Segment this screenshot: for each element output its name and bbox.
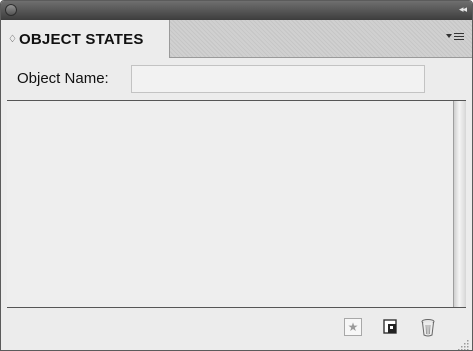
tab-label: OBJECT STATES bbox=[19, 30, 144, 48]
trash-icon[interactable] bbox=[419, 318, 437, 337]
states-list[interactable] bbox=[7, 100, 466, 308]
object-name-input[interactable] bbox=[131, 65, 425, 93]
list-scrollbar[interactable] bbox=[453, 101, 466, 307]
panel-footer: ★ bbox=[1, 308, 472, 350]
panel-menu-icon[interactable] bbox=[446, 30, 466, 44]
resize-grip-icon[interactable] bbox=[458, 336, 470, 350]
close-icon[interactable] bbox=[5, 4, 17, 16]
object-name-row: Object Name: bbox=[1, 58, 472, 100]
tab-expand-icon[interactable]: ♢ bbox=[8, 34, 17, 45]
object-states-panel: ◂◂ ♢ OBJECT STATES Object Name: ★ bbox=[0, 0, 473, 351]
tab-object-states[interactable]: ♢ OBJECT STATES bbox=[1, 20, 170, 58]
collapse-icon[interactable]: ◂◂ bbox=[459, 4, 467, 16]
panel-tab-strip: ♢ OBJECT STATES bbox=[1, 20, 472, 58]
convert-to-state-icon[interactable]: ★ bbox=[344, 318, 362, 336]
new-state-icon[interactable] bbox=[382, 318, 400, 336]
object-name-label: Object Name: bbox=[17, 70, 109, 87]
panel-title-bar[interactable]: ◂◂ bbox=[1, 1, 472, 20]
